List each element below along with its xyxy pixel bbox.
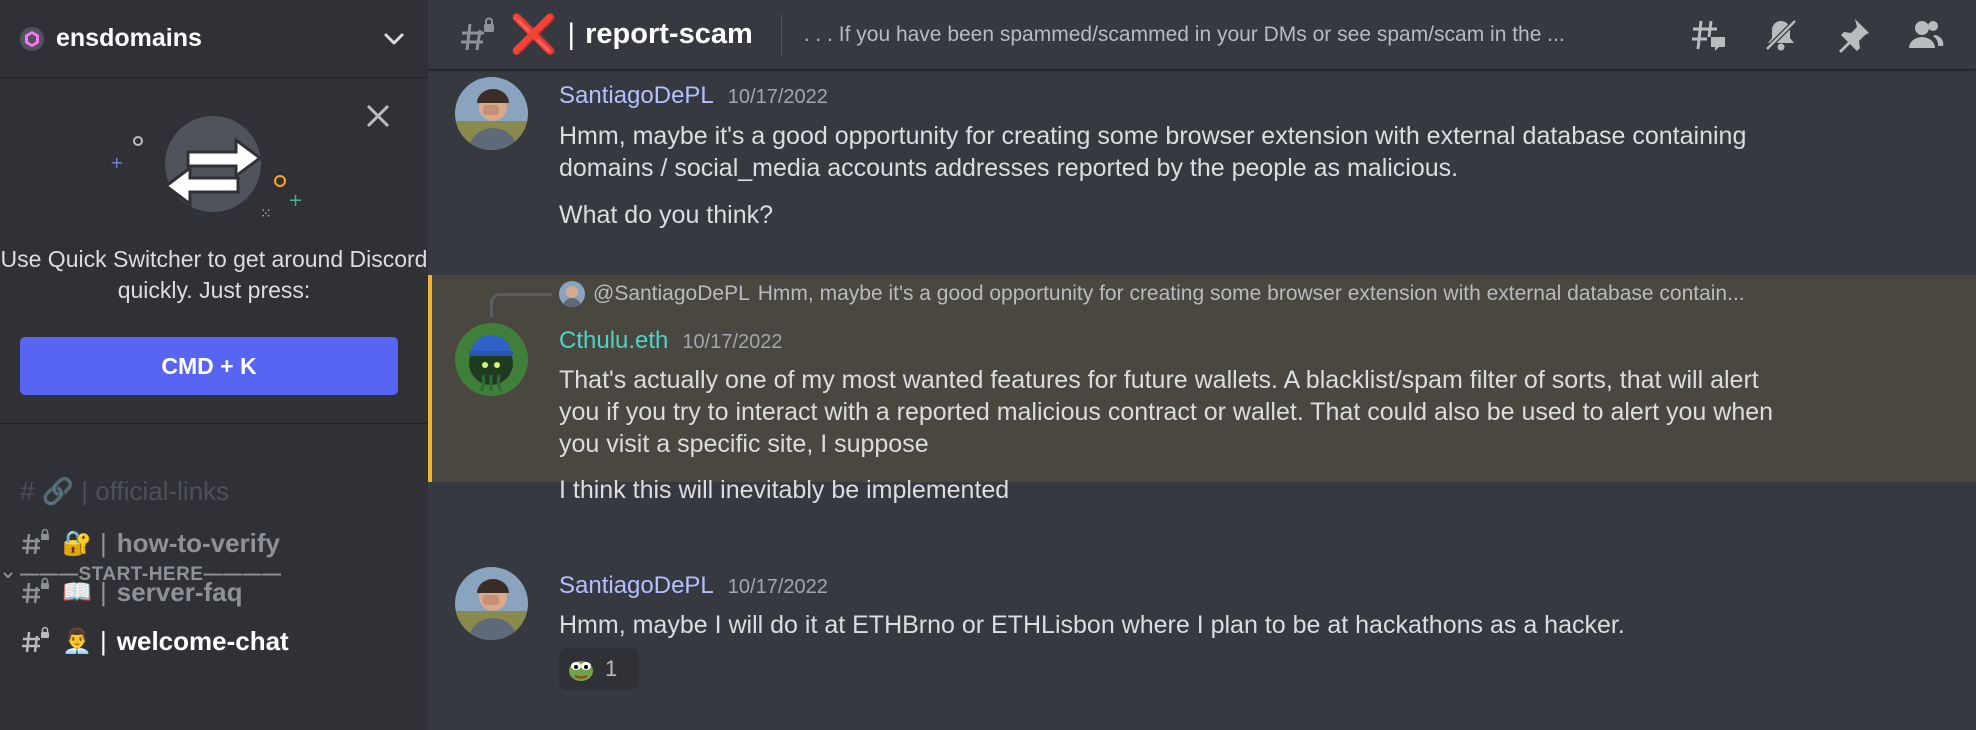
quick-switcher-popout: + + ⁙ Use Quick Switcher to get around D… <box>0 78 428 424</box>
message-author[interactable]: SantiagoDePL <box>559 82 714 110</box>
avatar[interactable] <box>455 567 528 640</box>
message-author[interactable]: Cthulu.eth <box>559 327 668 355</box>
channel-separator: | <box>100 576 107 607</box>
message-header: SantiagoDePL 10/17/2022 <box>559 572 828 600</box>
svg-text:⁙: ⁙ <box>260 206 272 222</box>
channel-name: welcome-chat <box>116 625 289 656</box>
person-emoji: 👨‍💼 <box>62 627 92 655</box>
quick-switcher-text: Use Quick Switcher to get around Discord… <box>0 246 428 303</box>
message-text: Hmm, maybe I will do it at ETHBrno or ET… <box>559 611 1625 639</box>
message-header: Cthulu.eth 10/17/2022 <box>559 327 783 355</box>
message-author[interactable]: SantiagoDePL <box>559 572 714 600</box>
header-divider <box>780 13 782 56</box>
message-timestamp: 10/17/2022 <box>727 86 828 108</box>
members-icon[interactable] <box>1904 14 1946 56</box>
header-toolbar <box>1688 0 1976 70</box>
locked-hash-icon <box>22 626 49 653</box>
message-text: What do you think? <box>559 201 774 229</box>
pin-icon[interactable] <box>1832 14 1874 56</box>
locked-hash-icon <box>22 577 49 604</box>
guild-header[interactable]: ensdomains <box>0 0 428 78</box>
channel-name: server-faq <box>116 576 243 607</box>
reaction-chip[interactable]: 1 <box>559 648 639 690</box>
mention-highlight-bar <box>428 275 432 482</box>
reaction-count: 1 <box>605 656 618 681</box>
reply-author[interactable]: @SantiagoDePL <box>593 282 750 306</box>
channel-item-official-links[interactable]: # 🔗 | official-links <box>20 476 229 507</box>
lock-key-emoji: 🔐 <box>62 529 92 557</box>
quick-switcher-illustration: + + ⁙ <box>110 116 303 222</box>
pepe-reaction-icon <box>569 661 593 681</box>
reply-text: Hmm, maybe it's a good opportunity for c… <box>757 282 1745 305</box>
message-header: SantiagoDePL 10/17/2022 <box>559 82 828 110</box>
guild-boost-icon <box>20 26 44 51</box>
svg-text:+: + <box>288 190 303 211</box>
channel-item-welcome-chat[interactable]: 👨‍💼 | welcome-chat <box>20 616 410 666</box>
message-list: SantiagoDePL 10/17/2022 Hmm, maybe it's … <box>428 70 1976 730</box>
guild-name: ensdomains <box>56 24 202 52</box>
close-icon[interactable] <box>362 100 394 132</box>
message-text: you visit a specific site, I suppose <box>559 430 929 458</box>
quick-switcher-shortcut-button[interactable]: CMD + K <box>20 337 398 395</box>
chat-area: ❌ | report-scam . . . If you have been s… <box>428 0 1976 730</box>
avatar[interactable] <box>455 323 528 396</box>
chevron-down-icon[interactable] <box>380 25 408 53</box>
avatar[interactable] <box>455 77 528 150</box>
channel-header: ❌ | report-scam . . . If you have been s… <box>428 0 1976 70</box>
message-text: domains / social_media accounts addresse… <box>559 154 1459 182</box>
message-text: I think this will inevitably be implemen… <box>559 476 1010 504</box>
book-emoji: 📖 <box>62 578 92 606</box>
threads-icon[interactable] <box>1688 14 1730 56</box>
reply-connector <box>490 293 552 317</box>
reply-avatar <box>559 281 585 307</box>
message-timestamp: 10/17/2022 <box>727 576 828 598</box>
channel-separator: | <box>100 625 107 656</box>
channel-sidebar: ensdomains # 🔗 | official-links ———START… <box>0 0 428 730</box>
svg-text:+: + <box>110 153 123 172</box>
channel-separator: | <box>567 17 576 51</box>
channel-item-server-faq[interactable]: 📖 | server-faq <box>20 567 410 617</box>
channel-title: report-scam <box>585 18 753 50</box>
channel-name: how-to-verify <box>116 527 280 558</box>
reply-preview[interactable]: @SantiagoDePL Hmm, maybe it's a good opp… <box>559 280 1959 308</box>
cross-mark-emoji: ❌ <box>510 13 558 56</box>
channel-separator: | <box>100 527 107 558</box>
message-timestamp: 10/17/2022 <box>682 331 783 353</box>
locked-hash-icon <box>22 528 49 555</box>
locked-hash-icon <box>461 17 494 50</box>
channel-item-how-to-verify[interactable]: 🔐 | how-to-verify <box>20 518 410 568</box>
channel-topic[interactable]: . . . If you have been spammed/scammed i… <box>804 23 1664 47</box>
mute-bell-icon[interactable] <box>1760 14 1802 56</box>
category-chevron-icon <box>3 572 13 579</box>
